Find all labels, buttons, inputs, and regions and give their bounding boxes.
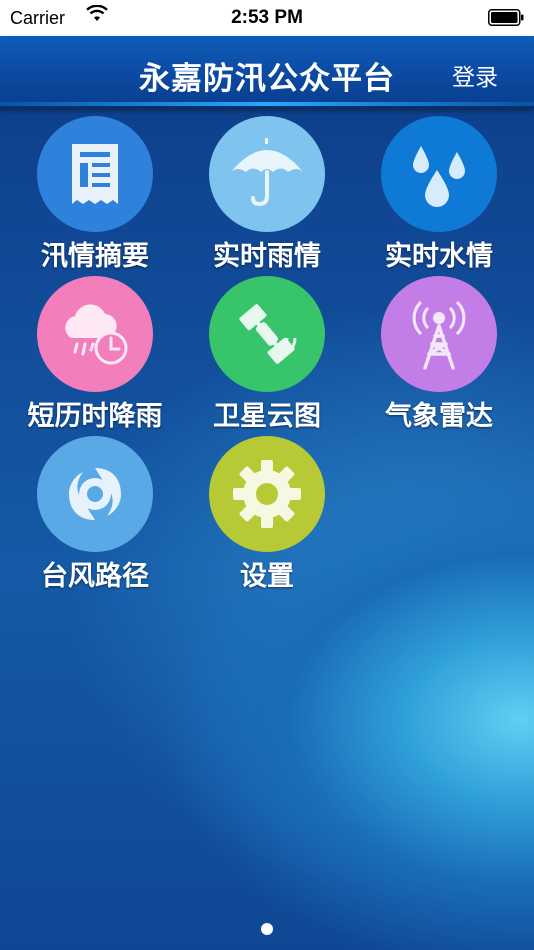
menu-item-label: 气象雷达 <box>385 401 493 431</box>
clock: 2:53 PM <box>231 7 303 28</box>
typhoon-icon <box>37 436 153 552</box>
menu-item-realtime-water[interactable]: 实时水情 <box>359 116 519 273</box>
page-indicator[interactable] <box>261 923 273 935</box>
menu-item-short-rain[interactable]: 短历时降雨 <box>15 276 175 433</box>
water-drops-icon <box>381 116 497 232</box>
menu-item-label: 短历时降雨 <box>27 401 163 431</box>
menu-item-label: 台风路径 <box>41 561 149 591</box>
menu-item-label: 实时水情 <box>385 241 493 271</box>
login-button[interactable]: 登录 <box>452 58 498 92</box>
menu-item-label: 汛情摘要 <box>41 241 149 271</box>
menu-item-label: 卫星云图 <box>213 401 321 431</box>
battery-icon <box>488 9 524 26</box>
menu-item-label: 实时雨情 <box>213 241 321 271</box>
umbrella-icon <box>209 116 325 232</box>
header-bar: 永嘉防汛公众平台 登录 <box>0 36 534 109</box>
menu-item-label: 设置 <box>240 561 294 591</box>
menu-item-settings[interactable]: 设置 <box>187 436 347 593</box>
document-icon <box>37 116 153 232</box>
menu-item-flood-summary[interactable]: 汛情摘要 <box>15 116 175 273</box>
cloud-rain-clock-icon <box>37 276 153 392</box>
status-bar: Carrier 2:53 PM <box>0 0 534 36</box>
gear-icon <box>209 436 325 552</box>
radar-tower-icon <box>381 276 497 392</box>
menu-item-typhoon[interactable]: 台风路径 <box>15 436 175 593</box>
menu-item-realtime-rain[interactable]: 实时雨情 <box>187 116 347 273</box>
menu-item-radar[interactable]: 气象雷达 <box>359 276 519 433</box>
satellite-icon <box>209 276 325 392</box>
menu-item-satellite[interactable]: 卫星云图 <box>187 276 347 433</box>
